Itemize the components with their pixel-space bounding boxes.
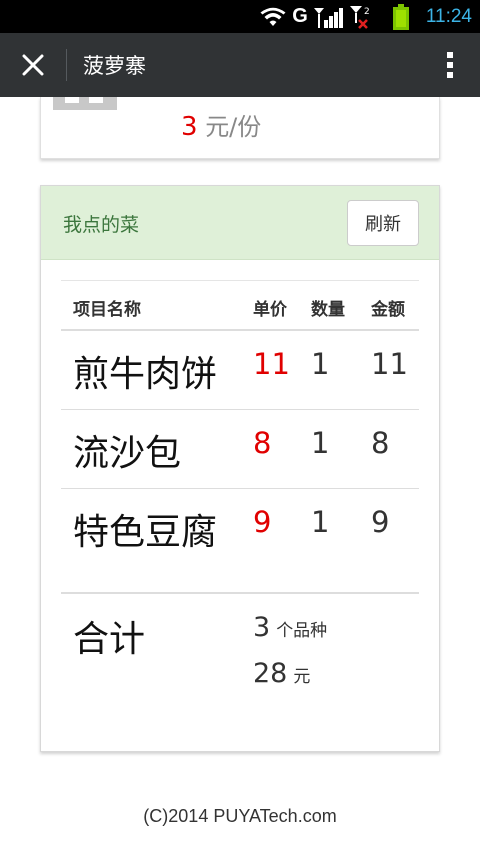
item-qty: 1 — [311, 347, 330, 381]
dish-price-unit: 元/份 — [205, 113, 262, 141]
refresh-button[interactable]: 刷新 — [347, 200, 419, 246]
page-title: 菠萝寨 — [83, 54, 146, 78]
network-type-label: G — [292, 5, 308, 27]
total-label: 合计 — [73, 619, 146, 660]
table-row: 特色豆腐 9 1 9 — [61, 489, 419, 568]
item-price: 9 — [253, 505, 272, 539]
signal-icon — [313, 6, 344, 28]
total-sum-value: 28 — [253, 658, 288, 689]
status-bar: G 2 11:24 — [0, 0, 480, 33]
item-name: 特色豆腐 — [73, 512, 218, 553]
title-divider — [66, 49, 67, 81]
order-card: 我点的菜 刷新 项目名称 单价 数量 金额 煎牛肉饼 11 1 11 流沙包 8… — [40, 185, 440, 752]
order-table: 项目名称 单价 数量 金额 煎牛肉饼 11 1 11 流沙包 8 1 8 特色豆… — [61, 280, 419, 568]
item-name: 流沙包 — [73, 433, 182, 474]
more-vertical-icon — [447, 52, 453, 78]
order-total: 合计 3 个品种 28 元 — [61, 592, 419, 712]
header-name: 项目名称 — [73, 300, 141, 320]
header-qty: 数量 — [311, 300, 345, 320]
clock: 11:24 — [425, 5, 472, 27]
dish-image — [53, 97, 117, 110]
dish-price: 3 元/份 — [181, 107, 261, 142]
item-qty: 1 — [311, 426, 330, 460]
no-signal-icon: 2 — [349, 4, 376, 30]
footer-copyright: (C)2014 PUYATech.com — [143, 806, 337, 826]
svg-text:2: 2 — [364, 7, 370, 17]
table-header: 项目名称 单价 数量 金额 — [61, 281, 419, 331]
item-name: 煎牛肉饼 — [73, 354, 218, 395]
battery-icon — [392, 3, 410, 30]
more-options-button[interactable] — [420, 33, 480, 97]
order-card-title: 我点的菜 — [63, 214, 140, 236]
total-count-unit: 个品种 — [276, 621, 328, 641]
item-amount: 9 — [371, 505, 390, 539]
item-qty: 1 — [311, 505, 330, 539]
table-row: 流沙包 8 1 8 — [61, 410, 419, 489]
header-price: 单价 — [253, 300, 287, 320]
wifi-icon — [260, 6, 286, 28]
item-amount: 11 — [371, 347, 408, 381]
item-amount: 8 — [371, 426, 390, 460]
table-row: 煎牛肉饼 11 1 11 — [61, 331, 419, 410]
close-icon — [22, 54, 44, 76]
dish-price-number: 3 — [181, 112, 198, 142]
total-item-count: 3 个品种 — [253, 612, 327, 643]
total-count-value: 3 — [253, 612, 271, 643]
header-amount: 金额 — [371, 300, 405, 320]
total-sum-unit: 元 — [293, 667, 311, 687]
close-button[interactable] — [0, 33, 66, 97]
item-price: 8 — [253, 426, 272, 460]
total-sum: 28 元 — [253, 658, 310, 689]
title-bar: 菠萝寨 — [0, 33, 480, 97]
order-card-header: 我点的菜 刷新 — [41, 186, 439, 260]
dish-card: 3 元/份 — [40, 97, 440, 159]
item-price: 11 — [253, 347, 290, 381]
